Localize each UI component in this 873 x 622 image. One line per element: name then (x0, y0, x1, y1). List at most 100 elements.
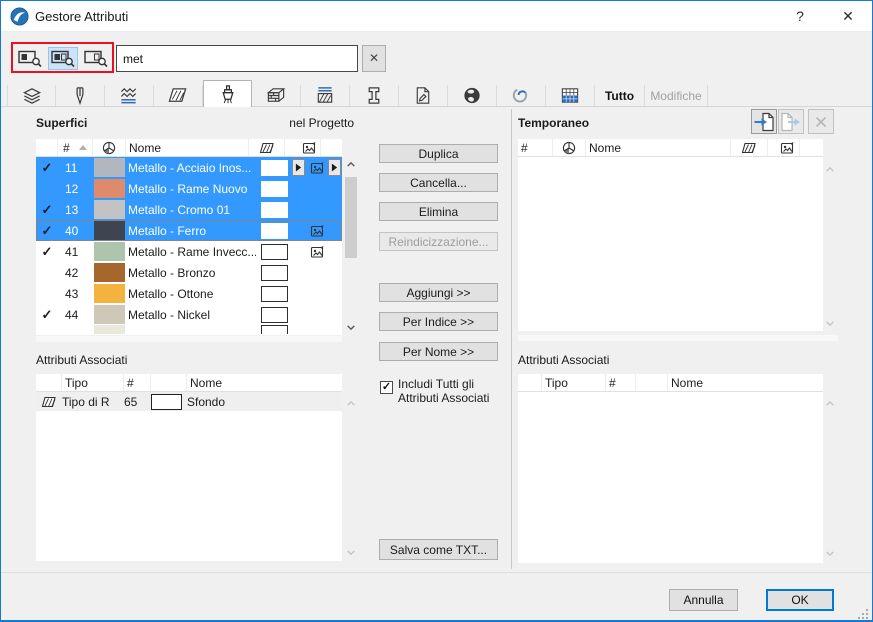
row-check-cell[interactable]: ✓ (36, 244, 58, 260)
row-fill-cell[interactable] (256, 181, 292, 197)
tab-composites[interactable] (252, 85, 301, 106)
row-color-cell[interactable] (93, 200, 126, 219)
filter-by-index-and-name-button[interactable] (48, 47, 78, 70)
resize-grip[interactable] (858, 609, 868, 619)
scroll-up-icon[interactable] (344, 157, 358, 171)
surface-row-13[interactable]: ✓13Metallo - Cromo 01 (36, 199, 342, 220)
by-name-button[interactable]: Per Nome >> (379, 342, 498, 361)
header-color-column[interactable] (93, 139, 126, 156)
texture-expander-button[interactable] (328, 159, 341, 176)
surface-row-44[interactable]: ✓44Metallo - Nickel (36, 304, 342, 325)
row-fill-cell[interactable] (256, 202, 292, 218)
row-color-cell[interactable] (93, 263, 126, 282)
tab-profiles[interactable] (350, 85, 399, 106)
save-txt-button[interactable]: Salva come TXT... (379, 539, 498, 560)
delete-rename-button[interactable]: Cancella... (379, 173, 498, 192)
associated-attribute-row[interactable]: Tipo di R65Sfondo (36, 392, 342, 411)
row-fill-cell[interactable] (256, 244, 292, 260)
row-color-cell[interactable] (93, 221, 126, 240)
rassoc-header-type-column[interactable]: Tipo (542, 374, 606, 391)
assoc-header-type-column[interactable]: Tipo (62, 374, 124, 391)
row-fill-cell[interactable] (256, 286, 292, 302)
rassoc-header-name-column[interactable]: Nome (668, 374, 823, 391)
tab-line-types[interactable] (105, 85, 154, 106)
row-texture-cell[interactable] (306, 224, 328, 238)
export-attributes-button[interactable] (778, 109, 804, 134)
row-check-cell[interactable]: ✓ (36, 160, 58, 176)
surface-row-11[interactable]: ✓11Metallo - Acciaio Inos... (36, 157, 342, 178)
tab-project-locations[interactable] (448, 85, 497, 106)
row-fill-cell[interactable] (256, 265, 292, 281)
surfaces-scrollbar[interactable] (344, 157, 358, 334)
temp-header-texture-column[interactable] (776, 139, 800, 156)
assoc-header-name-column[interactable]: Nome (187, 374, 342, 391)
tab-building-materials[interactable] (301, 85, 350, 106)
scroll-down-icon[interactable] (344, 320, 358, 334)
fill-expander-button[interactable] (292, 159, 305, 176)
header-num-column[interactable]: # (58, 139, 93, 156)
clear-search-button[interactable]: ✕ (362, 45, 386, 72)
help-button[interactable]: ? (779, 1, 821, 32)
surfaces-hscroll-track[interactable] (36, 336, 342, 342)
filter-by-name-button[interactable] (81, 47, 111, 70)
row-color-cell[interactable] (93, 325, 126, 334)
rassoc-scroll-up-icon[interactable] (823, 397, 837, 409)
rassoc-header-num-column[interactable]: # (606, 374, 636, 391)
tab-pens[interactable] (56, 85, 105, 106)
reindex-button[interactable]: Reindicizzazione... (379, 232, 498, 251)
temp-header-name-column[interactable]: Nome (586, 139, 731, 156)
surface-row-42[interactable]: 42Metallo - Bronzo (36, 262, 342, 283)
tab-zone-categories[interactable] (399, 85, 448, 106)
import-attributes-button[interactable] (751, 109, 777, 134)
row-check-cell[interactable]: ✓ (36, 307, 58, 323)
surface-row[interactable] (36, 325, 342, 334)
surface-row-41[interactable]: ✓41Metallo - Rame Invecc... (36, 241, 342, 262)
temp-header-fill-column[interactable] (731, 139, 768, 156)
temp-header-num-column[interactable]: # (518, 139, 553, 156)
row-fill-cell[interactable] (256, 307, 292, 323)
temp-scroll-up-icon[interactable] (823, 163, 837, 175)
header-texture-column[interactable] (299, 139, 321, 156)
include-associated-checkbox[interactable]: ✓ (380, 381, 393, 394)
row-check-cell[interactable]: ✓ (36, 202, 58, 218)
by-index-button[interactable]: Per Indice >> (379, 312, 498, 331)
temporary-hscroll-track[interactable] (518, 335, 838, 341)
cancel-dialog-button[interactable]: Annulla (669, 589, 738, 611)
remove-temporary-button[interactable] (808, 109, 834, 134)
title-bar[interactable]: Gestore Attributi ? ✕ (1, 1, 872, 32)
ok-button[interactable]: OK (766, 589, 834, 611)
row-color-cell[interactable] (93, 242, 126, 261)
tab-modifiche[interactable]: Modifiche (645, 85, 708, 106)
row-fill-cell[interactable] (256, 223, 292, 239)
tab-operation-profiles[interactable] (497, 85, 546, 106)
tab-layers[interactable] (7, 85, 56, 106)
duplicate-button[interactable]: Duplica (379, 144, 498, 163)
tab-mep-systems[interactable] (546, 85, 595, 106)
header-fill-column[interactable] (249, 139, 285, 156)
assoc-left-scroll-up-icon[interactable] (344, 397, 358, 409)
tab-fill-types[interactable] (154, 85, 203, 106)
row-check-cell[interactable]: ✓ (36, 223, 58, 239)
row-texture-cell[interactable] (306, 245, 328, 259)
tab-surfaces[interactable] (203, 80, 252, 107)
row-fill-cell[interactable] (256, 325, 292, 334)
filter-by-index-button[interactable] (15, 47, 45, 70)
surface-row-40[interactable]: ✓40Metallo - Ferro (36, 220, 342, 241)
temp-scroll-down-icon[interactable] (823, 317, 837, 329)
assoc-header-num-column[interactable]: # (124, 374, 151, 391)
header-name-column[interactable]: Nome (126, 139, 249, 156)
assoc-left-scroll-down-icon[interactable] (344, 546, 358, 558)
close-button[interactable]: ✕ (827, 1, 869, 32)
append-button[interactable]: Aggiungi >> (379, 283, 498, 302)
row-color-cell[interactable] (93, 158, 126, 177)
row-fill-cell[interactable] (256, 160, 292, 176)
tab-tutto[interactable]: Tutto (595, 85, 645, 106)
rassoc-scroll-down-icon[interactable] (823, 547, 837, 559)
temp-header-color-column[interactable] (553, 139, 586, 156)
row-color-cell[interactable] (93, 305, 126, 324)
search-input[interactable] (116, 45, 358, 72)
surface-row-43[interactable]: 43Metallo - Ottone (36, 283, 342, 304)
eliminate-button[interactable]: Elimina (379, 202, 498, 221)
row-color-cell[interactable] (93, 284, 126, 303)
row-color-cell[interactable] (93, 179, 126, 198)
